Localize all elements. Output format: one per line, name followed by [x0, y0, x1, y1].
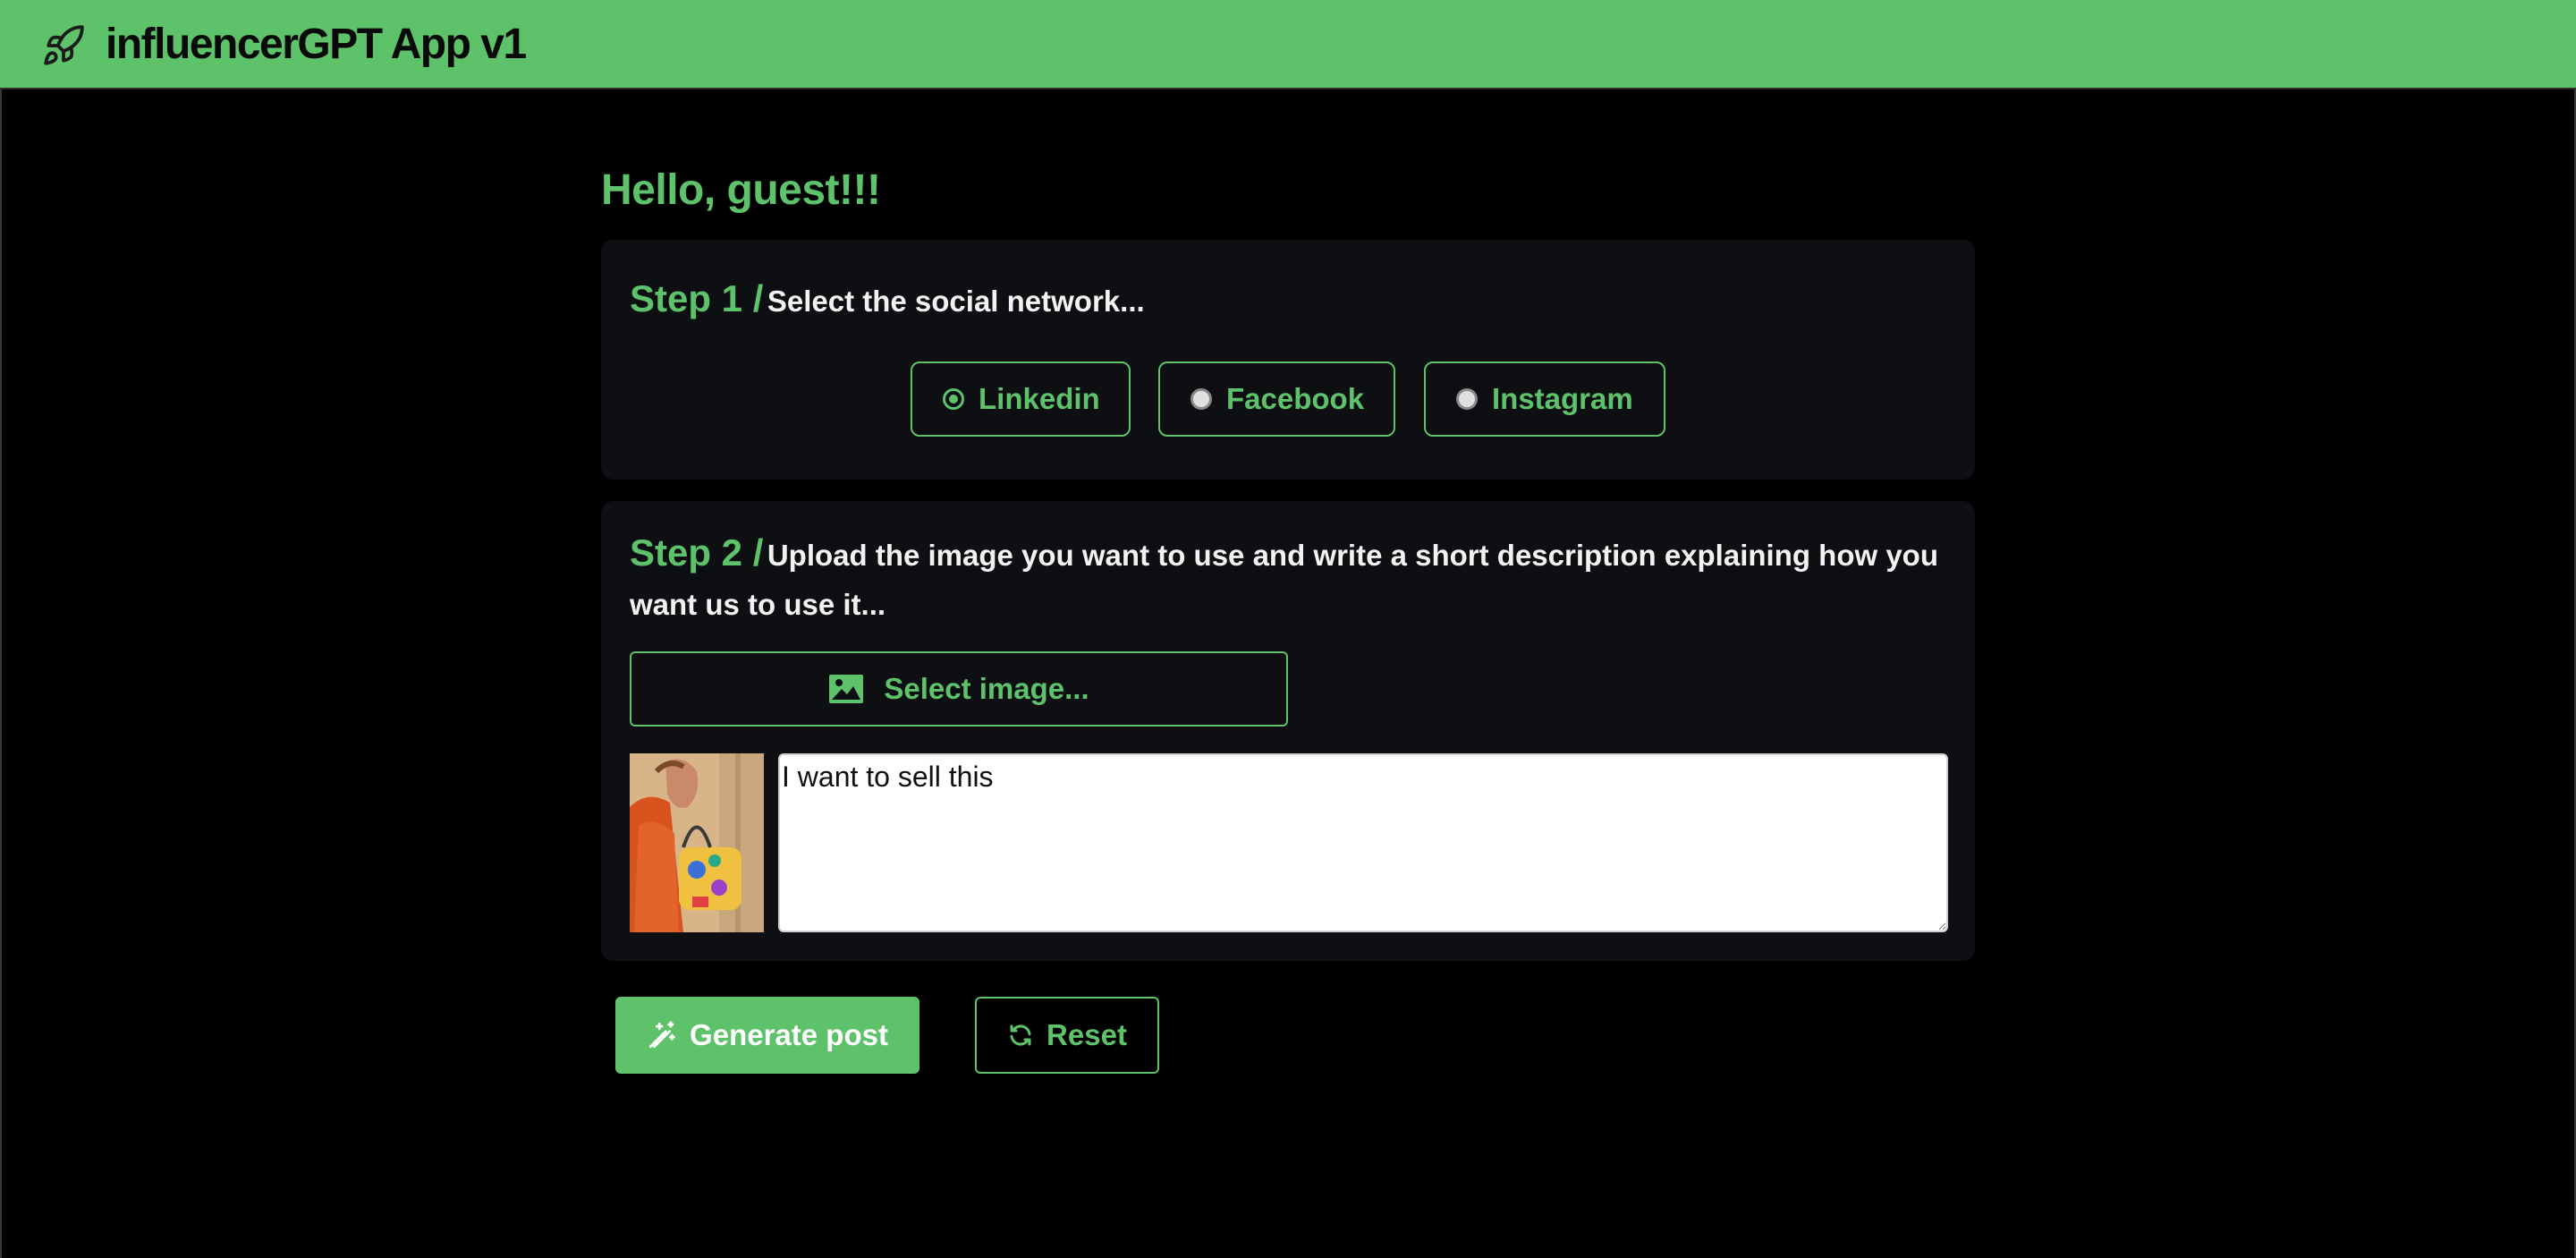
step1-heading: Step 1 / Select the social network...	[630, 270, 1145, 336]
rocket-icon	[44, 25, 84, 65]
uploaded-image-thumbnail	[630, 753, 764, 932]
step2-number: Step 2 /	[630, 531, 764, 574]
magic-wand-icon	[648, 1021, 675, 1049]
step1-card: Step 1 / Select the social network... Li…	[601, 240, 1975, 480]
radio-unchecked-icon[interactable]	[1456, 388, 1478, 410]
step1-instruction: Select the social network...	[767, 285, 1145, 318]
network-option-facebook[interactable]: Facebook	[1158, 361, 1395, 437]
app-header: influencerGPT App v1	[0, 0, 2576, 89]
step2-heading: Step 2 / Upload the image you want to us…	[630, 531, 1945, 633]
image-icon	[829, 675, 864, 703]
refresh-icon	[1010, 1024, 1031, 1046]
network-option-linkedin[interactable]: Linkedin	[911, 361, 1131, 437]
reset-label: Reset	[1046, 1018, 1127, 1051]
app-title: influencerGPT App v1	[106, 21, 527, 68]
radio-unchecked-icon[interactable]	[1191, 388, 1212, 410]
radio-checked-icon[interactable]	[943, 388, 964, 410]
step1-number: Step 1 /	[630, 277, 764, 319]
step2-instruction: Upload the image you want to use and wri…	[630, 539, 1938, 621]
select-image-label: Select image...	[884, 672, 1089, 705]
generate-post-label: Generate post	[690, 1018, 888, 1051]
greeting-heading: Hello, guest!!!	[601, 166, 881, 214]
select-image-button[interactable]: Select image...	[630, 651, 1288, 727]
network-option-label: Instagram	[1492, 382, 1633, 415]
network-option-instagram[interactable]: Instagram	[1424, 361, 1665, 437]
reset-button[interactable]: Reset	[975, 997, 1159, 1074]
network-option-label: Linkedin	[979, 382, 1100, 415]
step2-card: Step 2 / Upload the image you want to us…	[601, 501, 1975, 961]
frame-border-left	[0, 89, 2, 1258]
generate-post-button[interactable]: Generate post	[615, 997, 919, 1074]
network-option-label: Facebook	[1226, 382, 1365, 415]
description-textarea[interactable]: I want to sell this	[778, 753, 1948, 932]
